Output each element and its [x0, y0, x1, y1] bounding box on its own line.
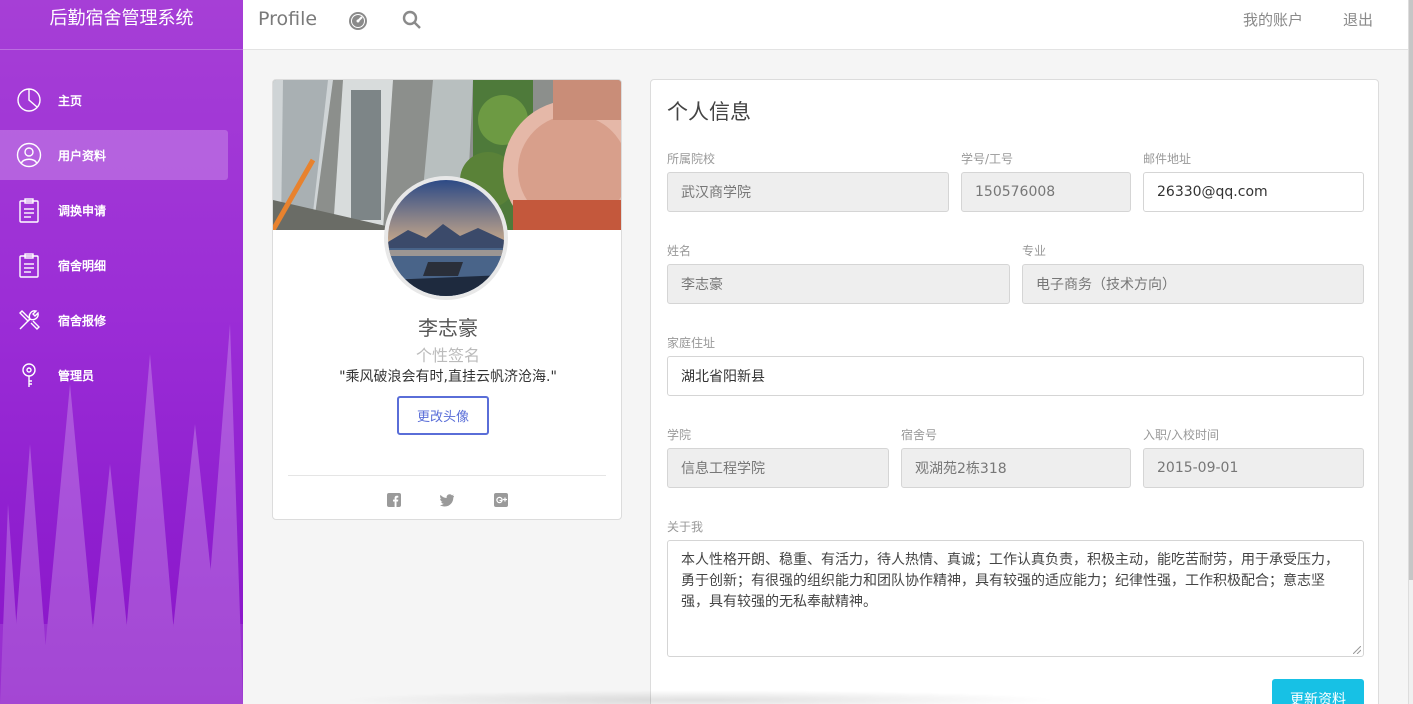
student-id-label: 学号/工号 — [961, 152, 1014, 166]
signature-quote: "乘风破浪会有时,直挂云帆济沧海." — [339, 369, 557, 385]
google-plus-icon[interactable] — [494, 492, 508, 507]
enroll-date-field[interactable]: 2015-09-01 — [1143, 448, 1364, 488]
sidebar-item-repair[interactable]: 宿舍报修 — [0, 295, 228, 345]
key-icon — [15, 361, 43, 389]
sidebar-item-home[interactable]: 主页 — [0, 75, 228, 125]
page-title: Profile — [258, 8, 318, 30]
sidebar-nav: 主页 用户资料 调换申请 宿舍明细 宿舍报修 管理员 — [0, 75, 243, 400]
pie-chart-icon — [15, 86, 43, 114]
scrollbar-thumb[interactable] — [1409, 0, 1413, 580]
sidebar-item-dorm-details[interactable]: 宿舍明细 — [0, 240, 228, 290]
profile-card: 李志豪 个性签名 "乘风破浪会有时,直挂云帆济沧海." 更改头像 — [272, 79, 622, 520]
dorm-label: 宿舍号 — [901, 428, 938, 442]
personal-info-card: 个人信息 所属院校 武汉商学院 学号/工号 150576008 邮件地址 263… — [650, 79, 1379, 704]
dashboard-icon[interactable] — [347, 9, 369, 35]
about-textarea[interactable]: 本人性格开朗、稳重、有活力，待人热情、真诚；工作认真负责，积极主动，能吃苦耐劳，… — [667, 540, 1364, 657]
sidebar-item-label: 主页 — [58, 93, 83, 108]
sidebar-item-label: 管理员 — [58, 368, 95, 383]
major-field[interactable]: 电子商务（技术方向） — [1022, 264, 1364, 304]
about-label: 关于我 — [667, 520, 704, 534]
avatar — [384, 176, 508, 300]
my-account-link[interactable]: 我的账户 — [1243, 9, 1303, 30]
page-scrollbar[interactable] — [1408, 0, 1413, 704]
enroll-date-label: 入职/入校时间 — [1143, 428, 1220, 442]
name-label: 姓名 — [667, 244, 692, 258]
profile-name: 李志豪 — [418, 316, 478, 340]
sidebar-item-profile[interactable]: 用户资料 — [0, 130, 228, 180]
change-avatar-button[interactable]: 更改头像 — [397, 396, 489, 435]
tools-icon — [15, 306, 43, 334]
resize-grip-icon[interactable] — [1353, 646, 1361, 654]
sidebar-item-label: 宿舍明细 — [58, 258, 107, 273]
form-title: 个人信息 — [667, 100, 751, 124]
about-text: 本人性格开朗、稳重、有活力，待人热情、真诚；工作认真负责，积极主动，能吃苦耐劳，… — [681, 552, 1339, 610]
twitter-icon[interactable] — [440, 492, 454, 507]
app-title[interactable]: 后勤宿舍管理系统 — [0, 0, 243, 50]
dorm-field[interactable]: 观湖苑2栋318 — [901, 448, 1131, 488]
logout-link[interactable]: 退出 — [1343, 9, 1373, 30]
college-label: 学院 — [667, 428, 692, 442]
school-field[interactable]: 武汉商学院 — [667, 172, 949, 212]
college-field[interactable]: 信息工程学院 — [667, 448, 889, 488]
sidebar: 后勤宿舍管理系统 主页 用户资料 调换申请 宿舍明细 宿舍报修 管理员 — [0, 0, 243, 704]
user-icon — [15, 141, 43, 169]
update-profile-button[interactable]: 更新资料 — [1272, 679, 1364, 704]
address-label: 家庭住址 — [667, 336, 716, 350]
major-label: 专业 — [1022, 244, 1047, 258]
sidebar-item-admin[interactable]: 管理员 — [0, 350, 228, 400]
sidebar-item-label: 调换申请 — [58, 203, 107, 218]
facebook-icon[interactable] — [387, 492, 401, 507]
top-navbar: Profile 我的账户 退出 — [243, 0, 1408, 50]
address-field[interactable]: 湖北省阳新县 — [667, 356, 1364, 396]
name-field[interactable]: 李志豪 — [667, 264, 1010, 304]
sidebar-item-label: 宿舍报修 — [58, 313, 107, 328]
sidebar-item-label: 用户资料 — [58, 148, 107, 163]
email-label: 邮件地址 — [1143, 152, 1192, 166]
search-icon[interactable] — [401, 9, 423, 35]
student-id-field[interactable]: 150576008 — [961, 172, 1131, 212]
email-field[interactable]: 26330@qq.com — [1143, 172, 1364, 212]
divider — [288, 475, 606, 476]
school-label: 所属院校 — [667, 152, 716, 166]
clipboard-icon — [15, 196, 43, 224]
signature-label: 个性签名 — [415, 346, 480, 365]
sidebar-item-swap-request[interactable]: 调换申请 — [0, 185, 228, 235]
clipboard-icon — [15, 251, 43, 279]
footer-shadow — [340, 690, 1060, 704]
